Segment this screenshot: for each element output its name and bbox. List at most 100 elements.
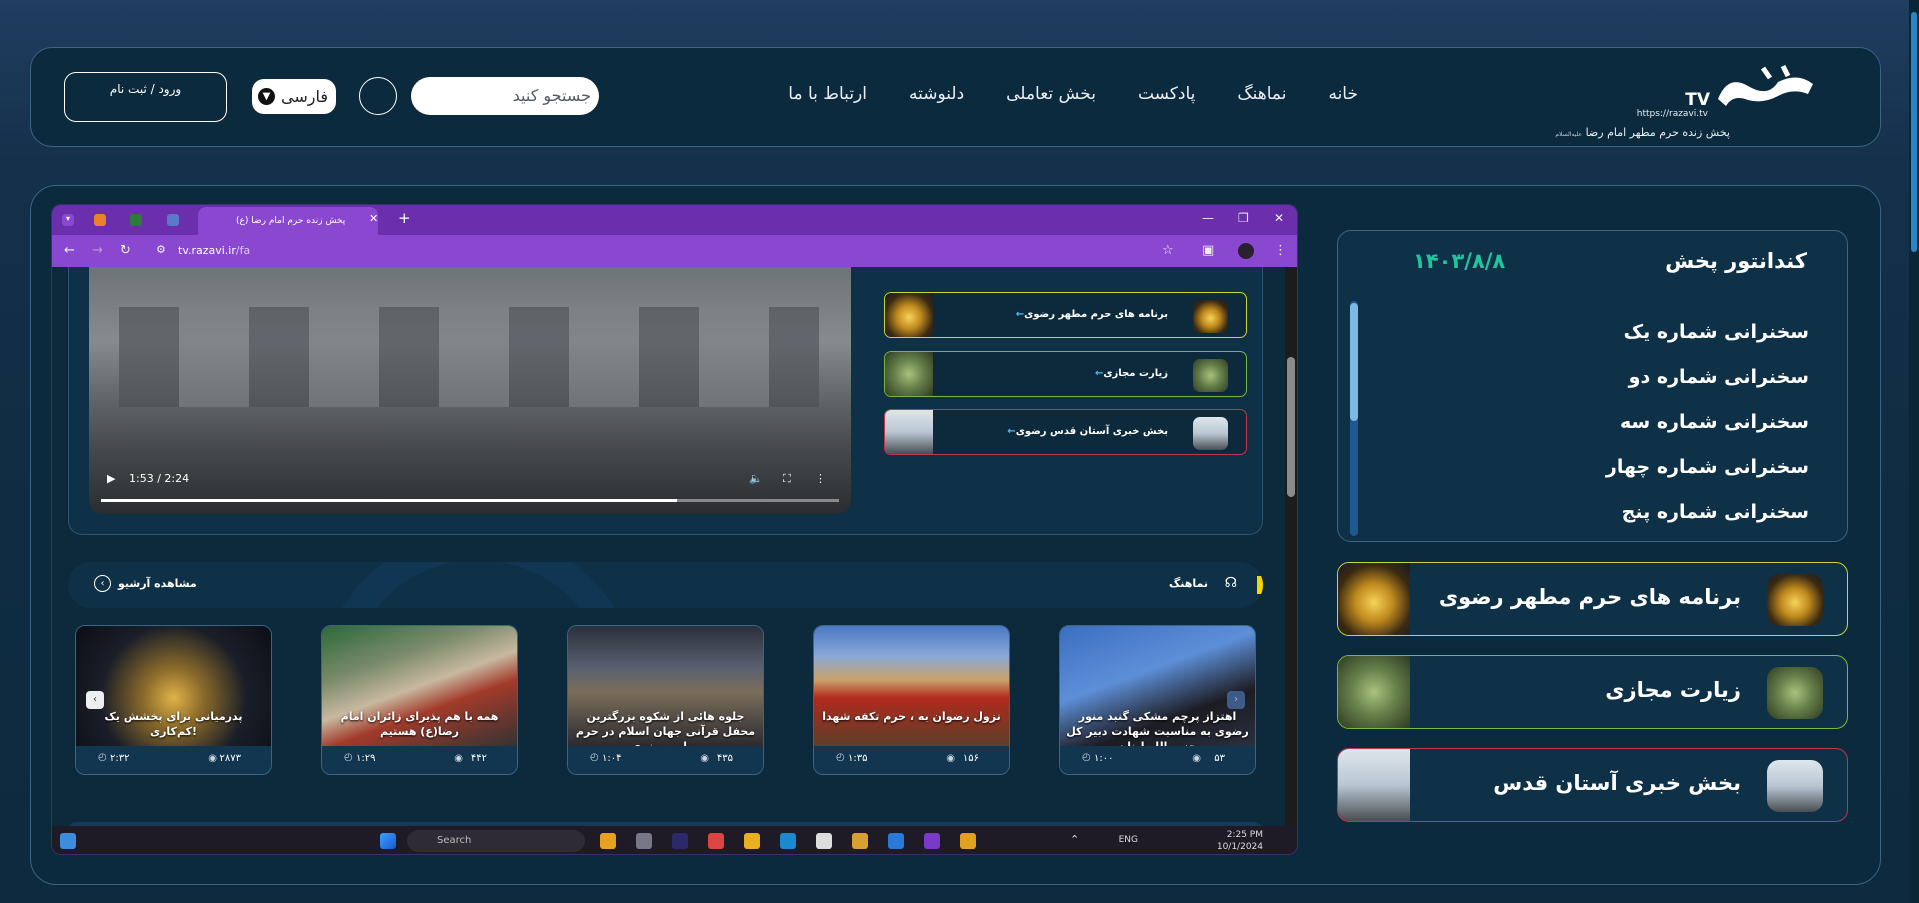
minimize-icon[interactable]: — <box>1202 211 1214 225</box>
play-icon[interactable]: ▶ <box>107 472 115 485</box>
mini-channel-card[interactable]: ←زیارت مجازی <box>884 351 1247 397</box>
video-frame <box>119 307 819 407</box>
taskbar-search[interactable]: Search <box>407 830 585 852</box>
chevron-up-icon[interactable]: ⌃ <box>1070 833 1086 849</box>
channel-card-news[interactable]: بخش خبری آستان قدس <box>1337 748 1848 822</box>
reload-icon[interactable]: ↻ <box>120 243 131 258</box>
start-icon[interactable] <box>380 833 396 849</box>
browser-urlbar: ← → ↻ ⚙ tv.razavi.ir/fa ☆ ▣ ⋮ <box>52 235 1297 267</box>
url-host: tv.razavi.ir <box>178 244 236 257</box>
schedule-item[interactable]: سخنرانی شماره دو <box>1606 366 1809 411</box>
video-thumbnail <box>814 626 1009 746</box>
fullscreen-icon[interactable]: ⛶ <box>783 472 791 486</box>
forward-icon[interactable]: → <box>92 243 103 258</box>
carousel-prev-icon[interactable]: ‹ <box>86 691 104 709</box>
store-icon[interactable] <box>816 833 832 849</box>
taskbar-clock[interactable]: 2:25 PM 10/1/2024 <box>1217 829 1263 853</box>
page-scrollbar[interactable] <box>1285 267 1297 826</box>
bookmark-star-icon[interactable]: ☆ <box>1162 243 1174 258</box>
mini-channel-label: ←برنامه های حرم مطهر رضوی <box>1010 309 1168 320</box>
pinned-tab-icon[interactable] <box>167 214 179 226</box>
carousel-next-icon[interactable]: › <box>1227 691 1245 709</box>
video-caption: همه با هم پذیرای زائران امام رضا(ع) هستی… <box>340 710 499 738</box>
channel-card-virtual-pilgrimage[interactable]: زیارت مجازی <box>1337 655 1848 729</box>
extensions-icon[interactable]: ▣ <box>1202 243 1214 258</box>
section-title: نماهنگ <box>1168 577 1208 590</box>
schedule-item[interactable]: سخنرانی شماره سه <box>1606 411 1809 456</box>
volume-icon[interactable]: 🔈 <box>749 472 763 485</box>
address-field[interactable]: tv.razavi.ir/fa <box>178 244 250 257</box>
archive-link[interactable]: مشاهده آرشیو <box>118 577 197 590</box>
player-section: ▶ 1:53 / 2:24 🔈 ⛶ ⋮ ←برنامه های حرم مطهر… <box>68 267 1263 535</box>
schedule-title: کندانتور پخش <box>1665 249 1807 273</box>
arrow-left-icon: ← <box>1007 426 1016 437</box>
copilot-icon[interactable] <box>600 833 616 849</box>
login-button[interactable]: ورود / ثبت نام <box>64 72 227 122</box>
audition-icon[interactable] <box>672 833 688 849</box>
window-scroll-thumb[interactable] <box>1911 12 1917 252</box>
tagline-text: پخش زنده حرم مطهر امام رضا <box>1585 126 1730 139</box>
task-view-icon[interactable] <box>636 833 652 849</box>
schedule-panel: کندانتور پخش ۱۴۰۳/۸/۸ سخنرانی شماره یک س… <box>1337 230 1848 542</box>
search-button[interactable] <box>359 77 397 115</box>
nav-music-video[interactable]: نماهنگ <box>1237 84 1286 104</box>
video-stats: ۴۳۵ ◉ ۱:۰۴ ◴ <box>568 746 763 774</box>
pinned-tab-icon[interactable] <box>94 214 106 226</box>
chrome-icon[interactable] <box>852 833 868 849</box>
page-scroll-thumb[interactable] <box>1287 357 1295 497</box>
mini-channel-card[interactable]: ←بخش خبری آستان قدس رضوی <box>884 409 1247 455</box>
back-icon[interactable]: ← <box>64 243 75 258</box>
search-input[interactable]: جستجو کنید <box>411 77 599 115</box>
channel-label: برنامه های حرم مطهر رضوی <box>1438 585 1741 609</box>
mini-channel-card[interactable]: ←برنامه های حرم مطهر رضوی <box>884 292 1247 338</box>
chrome-icon[interactable] <box>960 833 976 849</box>
file-explorer-icon[interactable] <box>744 833 760 849</box>
schedule-item[interactable]: سخنرانی شماره پنج <box>1606 501 1809 546</box>
avatar[interactable] <box>1238 243 1254 259</box>
window-scrollbar[interactable] <box>1909 0 1919 903</box>
new-tab-icon[interactable]: + <box>398 209 411 227</box>
video-card[interactable]: › اهتزاز پرچم مشکی گنبد منور رضوی به منا… <box>1059 625 1256 775</box>
close-tab-icon[interactable]: ✕ <box>369 212 378 225</box>
gmail-icon[interactable] <box>708 833 724 849</box>
more-options-icon[interactable]: ⋮ <box>815 472 826 485</box>
video-card[interactable]: همه با هم پذیرای زائران امام رضا(ع) هستی… <box>321 625 518 775</box>
site-logo[interactable]: TV https://razavi.tv پخش زنده حرم مطهر ا… <box>1540 64 1820 139</box>
restore-icon[interactable]: ❐ <box>1238 211 1249 225</box>
app-icon[interactable] <box>924 833 940 849</box>
nav-interactive[interactable]: بخش تعاملی <box>1006 84 1096 104</box>
widgets-icon[interactable] <box>60 833 76 849</box>
schedule-item[interactable]: سخنرانی شماره چهار <box>1606 456 1809 501</box>
edge-icon[interactable] <box>780 833 796 849</box>
video-card[interactable]: جلوه هائی از شکوه بزرگترین محفل قرآنی جه… <box>567 625 764 775</box>
close-window-icon[interactable]: ✕ <box>1274 211 1284 225</box>
site-info-icon[interactable]: ⚙ <box>156 243 166 256</box>
channel-card-haram[interactable]: برنامه های حرم مطهر رضوی <box>1337 562 1848 636</box>
web-page: ▶ 1:53 / 2:24 🔈 ⛶ ⋮ ←برنامه های حرم مطهر… <box>52 267 1297 830</box>
clock-icon: ◴ <box>836 752 845 763</box>
chevron-left-icon[interactable]: ‹ <box>94 575 111 592</box>
nav-notes[interactable]: دلنوشته <box>909 84 964 104</box>
nav-podcast[interactable]: پادکست <box>1138 84 1195 104</box>
input-language[interactable]: ENG <box>1119 835 1138 845</box>
pinned-tab-icon[interactable] <box>130 214 142 226</box>
shrine-icon <box>1767 574 1823 626</box>
eye-icon: ◉ <box>946 753 955 764</box>
schedule-scroll-thumb[interactable] <box>1350 303 1358 421</box>
nav-contact[interactable]: ارتباط با ما <box>788 84 867 104</box>
video-card[interactable]: نزول رضوان به ، حرم تکفه شهدا ۱۵۶ ◉ ۱:۳۵… <box>813 625 1010 775</box>
video-card[interactable]: ‹ پدرمیانی برای پخشش یک کم‌کاری! ۲۸۷۳ ◉ … <box>75 625 272 775</box>
menu-icon[interactable]: ⋮ <box>1274 243 1287 258</box>
eye-icon: ◉ <box>1192 753 1201 764</box>
tab-search-icon[interactable]: ▾ <box>62 214 74 226</box>
schedule-item[interactable]: سخنرانی شماره یک <box>1606 321 1809 366</box>
video-progress[interactable] <box>101 499 839 502</box>
language-select[interactable]: ▼ فارسی <box>252 79 336 114</box>
video-player[interactable]: ▶ 1:53 / 2:24 🔈 ⛶ ⋮ <box>89 267 851 514</box>
mini-channel-text: زیارت مجازی <box>1103 368 1168 379</box>
tab-active[interactable]: پخش زنده حرم امام رضا (ع) <box>198 207 378 235</box>
clock-date: 10/1/2024 <box>1216 842 1263 852</box>
nav-home[interactable]: خانه <box>1328 84 1358 104</box>
clock-time: 2:25 PM <box>1226 830 1263 840</box>
vscode-icon[interactable] <box>888 833 904 849</box>
